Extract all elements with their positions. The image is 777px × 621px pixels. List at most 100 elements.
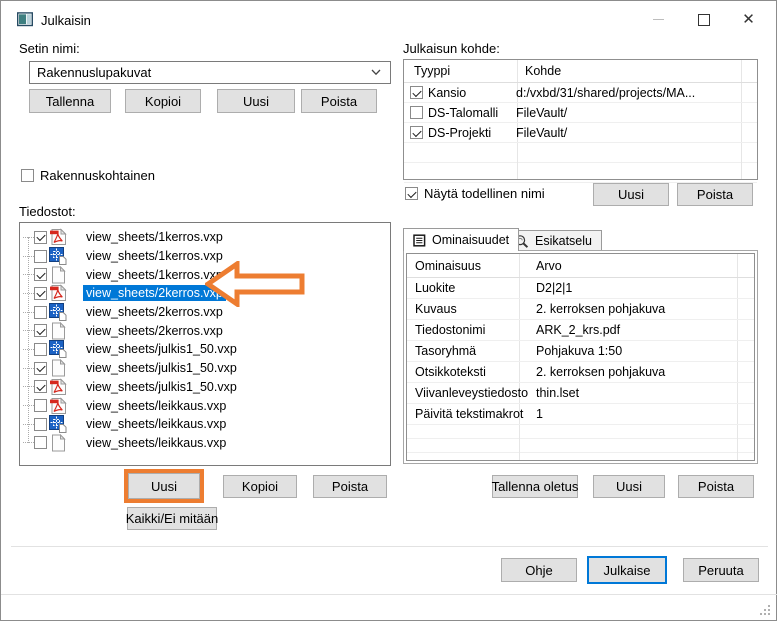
- file-name[interactable]: view_sheets/julkis1_50.vxp: [83, 341, 240, 357]
- files-delete-button[interactable]: Poista: [313, 475, 387, 498]
- window-titlebar[interactable]: Julkaisin ✕: [1, 1, 776, 38]
- tab-properties[interactable]: Ominaisuudet: [403, 228, 519, 251]
- set-delete-button[interactable]: Poista: [301, 89, 377, 113]
- file-name[interactable]: view_sheets/1kerros.vxp: [83, 229, 226, 245]
- file-list-item[interactable]: view_sheets/leikkaus.vxp: [20, 396, 390, 415]
- empty-row: [404, 163, 757, 183]
- publish-target-row[interactable]: DS-Projekti FileVault/: [404, 123, 757, 143]
- properties-delete-button[interactable]: Poista: [678, 475, 754, 498]
- toggle-all-button[interactable]: Kaikki/Ei mitään: [127, 507, 217, 530]
- chevron-down-icon: [371, 69, 381, 76]
- property-row[interactable]: Luokite D2|2|1: [407, 278, 754, 299]
- file-list-item[interactable]: view_sheets/julkis1_50.vxp: [20, 359, 390, 378]
- file-name[interactable]: view_sheets/leikkaus.vxp: [83, 435, 229, 451]
- file-checkbox[interactable]: [34, 287, 47, 300]
- file-type-icon: [49, 415, 67, 433]
- help-button[interactable]: Ohje: [501, 558, 577, 582]
- file-name[interactable]: view_sheets/julkis1_50.vxp: [83, 379, 240, 395]
- property-name: Tiedostonimi: [407, 323, 527, 337]
- publish-target-row[interactable]: Kansio d:/vxbd/31/shared/projects/MA...: [404, 83, 757, 103]
- target-checkbox[interactable]: [410, 106, 423, 119]
- property-row[interactable]: Päivitä tekstimakrot 1: [407, 404, 754, 425]
- save-default-button[interactable]: Tallenna oletus: [492, 475, 578, 498]
- file-type-icon: [49, 247, 67, 265]
- property-value: thin.lset: [527, 386, 579, 400]
- tree-line: [23, 386, 34, 387]
- target-checkbox[interactable]: [410, 86, 423, 99]
- maximize-button[interactable]: [681, 1, 726, 38]
- publish-button[interactable]: Julkaise: [587, 556, 667, 584]
- target-checkbox[interactable]: [410, 126, 423, 139]
- empty-row: [404, 143, 757, 163]
- file-type-icon: [49, 266, 67, 284]
- file-checkbox[interactable]: [34, 231, 47, 244]
- publish-target-row[interactable]: DS-Talomalli FileVault/: [404, 103, 757, 123]
- file-checkbox[interactable]: [34, 343, 47, 356]
- footer-separator: [11, 546, 768, 547]
- property-value: Pohjakuva 1:50: [527, 344, 622, 358]
- target-new-button[interactable]: Uusi: [593, 183, 669, 206]
- show-real-name-row[interactable]: Näytä todellinen nimi: [405, 186, 545, 201]
- set-save-button[interactable]: Tallenna: [29, 89, 111, 113]
- tree-line: [23, 330, 34, 331]
- file-list-item[interactable]: view_sheets/leikkaus.vxp: [20, 434, 390, 453]
- set-name-combobox[interactable]: Rakennuslupakuvat: [29, 61, 391, 84]
- publish-target-table[interactable]: Tyyppi Kohde Kansio d:/vxbd/31/shared/pr…: [403, 59, 758, 180]
- properties-new-button[interactable]: Uusi: [593, 475, 665, 498]
- set-new-button[interactable]: Uusi: [217, 89, 295, 113]
- property-row[interactable]: Viivanleveystiedosto thin.lset: [407, 383, 754, 404]
- file-list-item[interactable]: view_sheets/1kerros.vxp: [20, 228, 390, 247]
- file-checkbox[interactable]: [34, 399, 47, 412]
- file-checkbox[interactable]: [34, 324, 47, 337]
- property-name: Päivitä tekstimakrot: [407, 407, 527, 421]
- file-name[interactable]: view_sheets/leikkaus.vxp: [83, 416, 229, 432]
- file-checkbox[interactable]: [34, 418, 47, 431]
- file-list-item[interactable]: view_sheets/julkis1_50.vxp: [20, 340, 390, 359]
- building-specific-row[interactable]: Rakennuskohtainen: [21, 168, 155, 183]
- building-specific-checkbox[interactable]: [21, 169, 34, 182]
- file-type-icon: [49, 303, 67, 321]
- file-type-icon: [49, 340, 67, 358]
- properties-table[interactable]: Ominaisuus Arvo Luokite D2|2|1 Kuvaus 2.…: [406, 253, 755, 461]
- file-type-icon: [49, 434, 67, 452]
- files-copy-button[interactable]: Kopioi: [223, 475, 297, 498]
- file-checkbox[interactable]: [34, 306, 47, 319]
- tab-properties-label: Ominaisuudet: [432, 233, 509, 247]
- file-checkbox[interactable]: [34, 268, 47, 281]
- file-checkbox[interactable]: [34, 380, 47, 393]
- cad-plot-icon: [49, 415, 67, 433]
- target-delete-button[interactable]: Poista: [677, 183, 753, 206]
- column-header-target: Kohde: [517, 64, 561, 78]
- file-checkbox[interactable]: [34, 250, 47, 263]
- statusbar-separator: [1, 594, 777, 595]
- column-header-property: Ominaisuus: [407, 259, 527, 273]
- show-real-name-checkbox[interactable]: [405, 187, 418, 200]
- file-checkbox[interactable]: [34, 362, 47, 375]
- tree-line: [23, 349, 34, 350]
- file-name[interactable]: view_sheets/leikkaus.vxp: [83, 398, 229, 414]
- tree-line: [23, 442, 34, 443]
- cancel-button[interactable]: Peruuta: [683, 558, 759, 582]
- target-path: FileVault/: [516, 126, 567, 140]
- resize-grip[interactable]: [758, 603, 771, 616]
- file-name[interactable]: view_sheets/julkis1_50.vxp: [83, 360, 240, 376]
- file-list[interactable]: view_sheets/1kerros.vxp view_sheets/1ker…: [19, 222, 391, 466]
- files-new-button[interactable]: Uusi: [128, 473, 200, 499]
- empty-row: [407, 439, 754, 453]
- property-row[interactable]: Otsikkoteksti 2. kerroksen pohjakuva: [407, 362, 754, 383]
- property-row[interactable]: Tasoryhmä Pohjakuva 1:50: [407, 341, 754, 362]
- file-name[interactable]: view_sheets/2kerros.vxp: [83, 323, 226, 339]
- document-file-icon: [51, 359, 66, 377]
- file-list-item[interactable]: view_sheets/2kerros.vxp: [20, 321, 390, 340]
- annotation-highlight-box: Uusi: [124, 469, 204, 503]
- property-row[interactable]: Kuvaus 2. kerroksen pohjakuva: [407, 299, 754, 320]
- close-button[interactable]: ✕: [726, 1, 771, 38]
- publish-target-header: Tyyppi Kohde: [404, 60, 757, 83]
- file-checkbox[interactable]: [34, 436, 47, 449]
- file-list-item[interactable]: view_sheets/leikkaus.vxp: [20, 415, 390, 434]
- property-row[interactable]: Tiedostonimi ARK_2_krs.pdf: [407, 320, 754, 341]
- minimize-button[interactable]: [636, 1, 681, 38]
- property-value: ARK_2_krs.pdf: [527, 323, 620, 337]
- set-copy-button[interactable]: Kopioi: [125, 89, 201, 113]
- file-list-item[interactable]: view_sheets/julkis1_50.vxp: [20, 378, 390, 397]
